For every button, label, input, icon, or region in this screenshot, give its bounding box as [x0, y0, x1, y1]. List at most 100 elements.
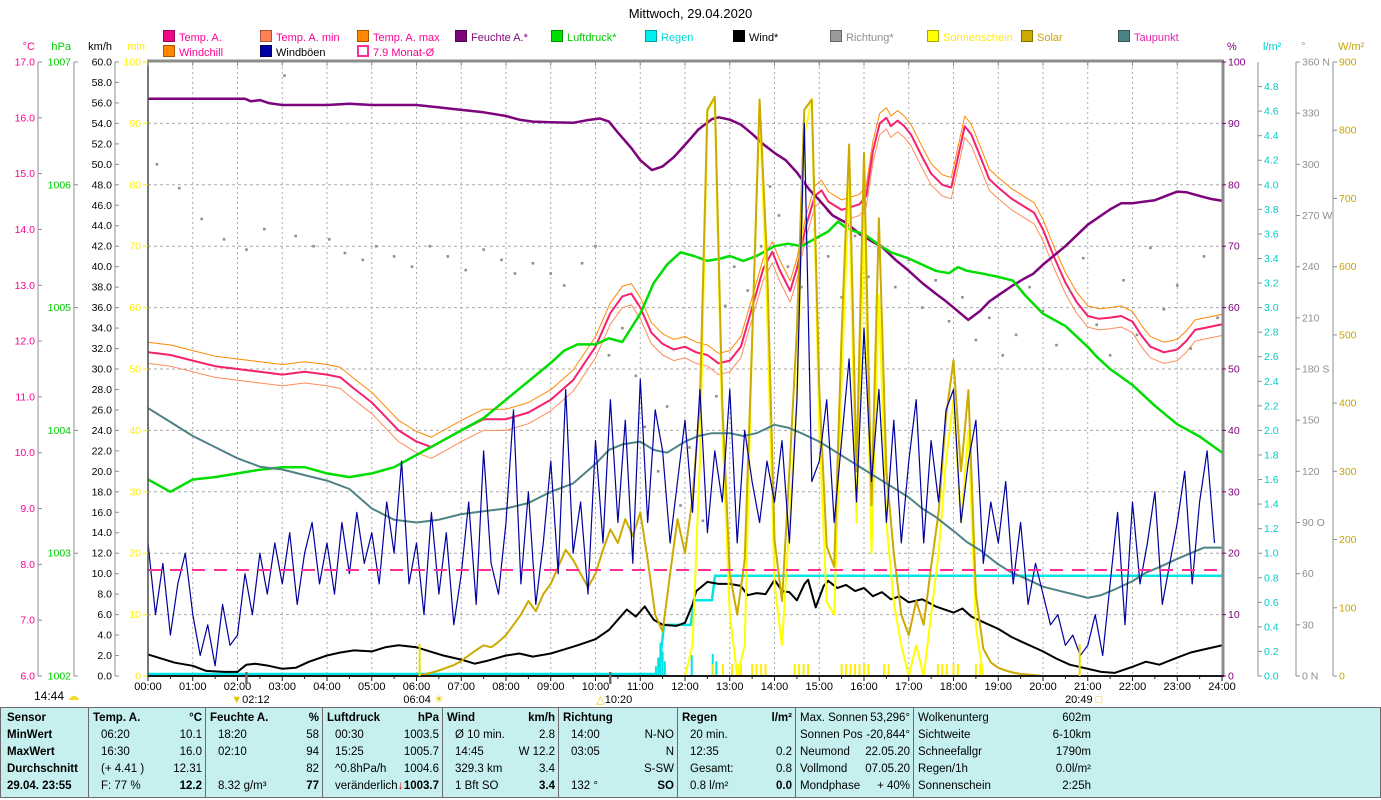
axis-unit-min: min [127, 41, 145, 53]
cloud-icon: ☁ [67, 689, 79, 703]
svg-text:22:00: 22:00 [1119, 681, 1147, 693]
axis-: 1009080706050403020100% [1222, 41, 1246, 683]
svg-text:20: 20 [129, 548, 141, 560]
svg-text:4.4: 4.4 [1264, 130, 1279, 142]
cell-value: 1003.5 [403, 729, 439, 741]
svg-text:1004: 1004 [48, 425, 72, 437]
col-unit: % [308, 712, 319, 724]
cell-value: N [665, 746, 674, 758]
svg-text:70: 70 [1228, 241, 1240, 253]
svg-text:42.0: 42.0 [92, 241, 113, 253]
svg-text:0.6: 0.6 [1264, 597, 1279, 609]
svg-text:1.4: 1.4 [1264, 499, 1279, 511]
cell-value: 58 [306, 729, 319, 741]
cell-value: 10.1 [179, 729, 202, 741]
axis-unit-l/m²: l/m² [1263, 41, 1282, 53]
svg-text:1.8: 1.8 [1264, 449, 1279, 461]
svg-text:10.0: 10.0 [92, 568, 113, 580]
cell-value: 3.4 [539, 763, 555, 775]
svg-text:28.0: 28.0 [92, 384, 113, 396]
svg-text:40.0: 40.0 [92, 261, 113, 273]
axis-unit-°C: °C [23, 41, 35, 53]
cell-value: 77 [306, 780, 319, 792]
svg-text:24:00: 24:00 [1208, 681, 1236, 693]
svg-text:2.0: 2.0 [97, 650, 112, 662]
svg-text:90: 90 [1228, 118, 1240, 130]
table-divider [88, 708, 89, 797]
svg-text:32.0: 32.0 [92, 343, 113, 355]
svg-text:0 N: 0 N [1302, 671, 1318, 683]
svg-text:8.0: 8.0 [20, 559, 35, 571]
cell-value: 6-10km [1052, 729, 1091, 741]
sunrise-sun-icon: 06:04 ☀ [403, 694, 443, 706]
cell-value: W 12.2 [518, 746, 555, 758]
cell-value: 22.05.20 [865, 746, 910, 758]
svg-text:15:00: 15:00 [805, 681, 833, 693]
cell-value: SO [657, 780, 674, 792]
axis-c: 17.0 16.0 15.0 14.0 13.0 12.0 11.0 10.0 9.0 8.0 7.… [15, 41, 42, 683]
cell-value: 07.05.20 [865, 763, 910, 775]
svg-text:30: 30 [1228, 486, 1240, 498]
table-divider [795, 708, 796, 797]
cell-value: 2.8 [539, 729, 555, 741]
svg-text:10: 10 [1228, 609, 1240, 621]
svg-text:16.0: 16.0 [15, 112, 36, 124]
svg-text:600: 600 [1339, 261, 1357, 273]
cell-value: 3.4 [539, 780, 555, 792]
svg-text:200: 200 [1339, 534, 1357, 546]
svg-text:0.0: 0.0 [97, 671, 112, 683]
svg-text:17:00: 17:00 [895, 681, 923, 693]
chart-svg: 17.0 16.0 15.0 14.0 13.0 12.0 11.0 10.0 9.0 8.0 7.… [15, 41, 1365, 706]
svg-text:700: 700 [1339, 193, 1357, 205]
table-divider [205, 708, 206, 797]
svg-text:18.0: 18.0 [92, 486, 113, 498]
svg-text:15.0: 15.0 [15, 168, 36, 180]
cell-value: 94 [306, 746, 319, 758]
svg-text:30.0: 30.0 [92, 364, 113, 376]
svg-text:10.0: 10.0 [15, 447, 36, 459]
svg-text:23:00: 23:00 [1163, 681, 1191, 693]
svg-text:1007: 1007 [48, 57, 72, 69]
cell-value: 16.0 [179, 746, 202, 758]
svg-text:2.0: 2.0 [1264, 425, 1279, 437]
moonset-arrow-icon: ▼02:12 [231, 694, 269, 706]
cell-value: 1004.6 [403, 763, 439, 775]
svg-text:80: 80 [1228, 179, 1240, 191]
svg-text:900: 900 [1339, 57, 1357, 69]
cell-value: 2:25h [1062, 780, 1091, 792]
table-divider [913, 708, 914, 797]
svg-text:0.8: 0.8 [1264, 572, 1279, 584]
col-header: Wind [447, 712, 475, 724]
cell-value: 1790m [1055, 746, 1091, 758]
svg-text:46.0: 46.0 [92, 200, 113, 212]
weather-chart-page: Mittwoch, 29.04.2020 Temp. A. Temp. A. mi… [0, 0, 1381, 800]
x-axis-labels: 00:00 01:00 02:00 03:00 04:00 05:00 06:00 07:00… [134, 681, 1236, 693]
svg-text:19:00: 19:00 [984, 681, 1012, 693]
svg-text:150: 150 [1302, 415, 1320, 427]
series-layer [148, 74, 1222, 677]
svg-text:38.0: 38.0 [92, 282, 113, 294]
svg-text:800: 800 [1339, 125, 1357, 137]
axis-hpa: 1007 1006 1005 1004 1003 1002 hPa [48, 41, 78, 683]
svg-text:120: 120 [1302, 466, 1320, 478]
svg-text:50: 50 [1228, 364, 1240, 376]
svg-text:1002: 1002 [48, 671, 72, 683]
row-label-3: Durchschnitt [7, 763, 78, 775]
col-unit: km/h [528, 712, 555, 724]
svg-text:10: 10 [129, 609, 141, 621]
svg-text:13.0: 13.0 [15, 280, 36, 292]
axis-unit-W/m²: W/m² [1338, 41, 1365, 53]
svg-text:56.0: 56.0 [92, 97, 113, 109]
svg-text:12.0: 12.0 [92, 548, 113, 560]
axis-lm: 4.8 4.6 4.4 4.2 4.0 3.8 3.6 3.4 3.2 3.0 2.8 2.6 2.4 2… [1257, 41, 1282, 683]
svg-text:36.0: 36.0 [92, 302, 113, 314]
svg-text:7.0: 7.0 [20, 615, 35, 627]
svg-text:180 S: 180 S [1302, 364, 1329, 376]
cell-value: 0.0 [776, 780, 792, 792]
svg-text:50: 50 [129, 364, 141, 376]
svg-text:100: 100 [1228, 57, 1246, 69]
svg-text:0.0: 0.0 [1264, 671, 1279, 683]
svg-text:21:00: 21:00 [1074, 681, 1102, 693]
col-unit: l/m² [771, 712, 792, 724]
svg-text:100: 100 [1339, 602, 1357, 614]
